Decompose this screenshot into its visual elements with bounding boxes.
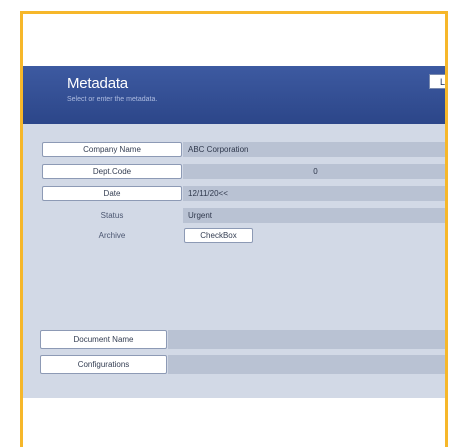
header-bar: Metadata Select or enter the metadata. L… xyxy=(23,66,445,124)
dept-code-button[interactable]: Dept.Code xyxy=(42,164,182,179)
document-name-button[interactable]: Document Name xyxy=(40,330,167,349)
archive-checkbox-button[interactable]: CheckBox xyxy=(184,228,253,243)
image-frame: Metadata Select or enter the metadata. L… xyxy=(20,11,448,447)
document-name-value[interactable] xyxy=(168,330,445,349)
status-value[interactable]: Urgent xyxy=(183,208,445,223)
metadata-screen: Metadata Select or enter the metadata. L… xyxy=(23,66,445,398)
page-title: Metadata xyxy=(67,75,128,92)
top-right-button[interactable]: Lo xyxy=(429,74,445,89)
date-value[interactable]: 12/11/20<< xyxy=(183,186,445,201)
company-name-button[interactable]: Company Name xyxy=(42,142,182,157)
status-label: Status xyxy=(100,211,124,220)
dept-code-value[interactable]: 0 xyxy=(183,164,445,179)
archive-label: Archive xyxy=(98,231,126,240)
configurations-value[interactable] xyxy=(168,355,445,374)
configurations-button[interactable]: Configurations xyxy=(40,355,167,374)
page-subtitle: Select or enter the metadata. xyxy=(67,96,158,103)
date-button[interactable]: Date xyxy=(42,186,182,201)
company-name-value[interactable]: ABC Corporation xyxy=(183,142,445,157)
